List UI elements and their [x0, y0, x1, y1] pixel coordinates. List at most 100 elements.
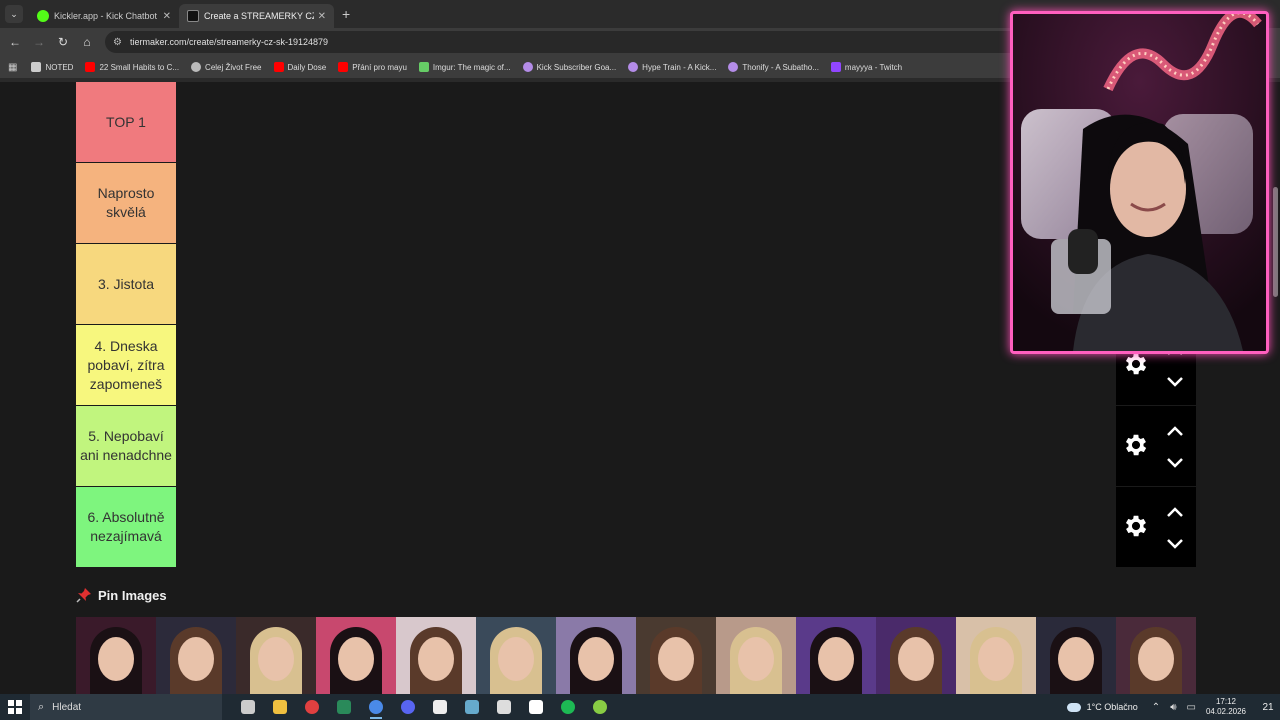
- obs-icon[interactable]: [296, 694, 328, 720]
- tier-drop-zone[interactable]: [176, 244, 1116, 324]
- excel-icon[interactable]: [328, 694, 360, 720]
- slack-icon[interactable]: [488, 694, 520, 720]
- reload-icon[interactable]: ↻: [51, 35, 75, 49]
- spotify-icon[interactable]: [552, 694, 584, 720]
- streamer-thumbnail[interactable]: [236, 617, 316, 694]
- forward-arrow-icon[interactable]: →: [27, 35, 51, 49]
- page-scrollbar[interactable]: [1270, 82, 1280, 694]
- streamer-thumbnail[interactable]: [876, 617, 956, 694]
- scrollbar-thumb[interactable]: [1273, 187, 1278, 297]
- tray-chevron-icon[interactable]: ⌃: [1152, 702, 1160, 713]
- streamer-thumbnail[interactable]: [956, 617, 1036, 694]
- bookmark-mayyya-twitch[interactable]: mayyya - Twitch: [830, 62, 902, 72]
- app-glyph: [561, 700, 575, 714]
- volume-icon[interactable]: 🔊︎: [1170, 702, 1176, 713]
- streamer-thumbnail[interactable]: [1036, 617, 1116, 694]
- tier-label[interactable]: 5. Nepobaví ani nenadchne: [76, 406, 176, 486]
- streamer-thumbnail[interactable]: [156, 617, 236, 694]
- tiktok-icon[interactable]: [424, 694, 456, 720]
- bookmark-prani[interactable]: Přání pro mayu: [338, 62, 407, 72]
- thumbnail-face-shape: [178, 637, 214, 681]
- close-tab-icon[interactable]: ✕: [163, 11, 171, 22]
- settings-gear-icon[interactable]: [1122, 350, 1150, 378]
- tier-drop-zone[interactable]: [176, 163, 1116, 243]
- tab-search-button[interactable]: ⌄: [5, 5, 23, 23]
- streamer-thumbnail[interactable]: [716, 617, 796, 694]
- network-icon[interactable]: ▭: [1187, 702, 1196, 713]
- kick-app-icon[interactable]: [584, 694, 616, 720]
- move-down-chevron-icon[interactable]: [1166, 456, 1184, 468]
- notifications-button[interactable]: 21: [1256, 702, 1280, 713]
- weather-widget[interactable]: 1°C Oblačno: [1066, 702, 1138, 712]
- clock[interactable]: 17:12 04.02.2026: [1206, 697, 1246, 717]
- site-info-icon[interactable]: ⚙: [113, 37, 122, 48]
- new-tab-button[interactable]: +: [342, 6, 350, 22]
- tier-label[interactable]: 6. Absolutně nezajímavá: [76, 487, 176, 567]
- move-up-chevron-icon[interactable]: [1166, 424, 1184, 436]
- move-down-chevron-icon[interactable]: [1166, 537, 1184, 549]
- search-placeholder: Hledat: [52, 701, 82, 713]
- bookmark-label: Daily Dose: [287, 62, 327, 72]
- streamer-thumbnail[interactable]: [556, 617, 636, 694]
- thumbnail-face-shape: [898, 637, 934, 681]
- tier-drop-zone[interactable]: [176, 325, 1116, 405]
- streamer-thumbnail[interactable]: [316, 617, 396, 694]
- tab-kickler[interactable]: Kickler.app - Kick Chatbot and ✕: [29, 4, 179, 28]
- tier-label[interactable]: TOP 1: [76, 82, 176, 162]
- kick-ext-icon: [728, 62, 739, 72]
- move-down-chevron-icon[interactable]: [1166, 375, 1184, 387]
- streamer-thumbnail[interactable]: [1116, 617, 1196, 694]
- tier-row: 6. Absolutně nezajímavá: [76, 487, 1196, 567]
- chrome-icon[interactable]: [360, 694, 392, 720]
- url-text: tiermaker.com/create/streamerky-cz-sk-19…: [129, 37, 329, 47]
- bookmark-label: Přání pro mayu: [352, 62, 407, 72]
- bookmark-label: NOTED: [45, 62, 74, 72]
- home-icon[interactable]: ⌂: [75, 35, 99, 49]
- tab-tiermaker[interactable]: Create a STREAMERKY CZ/SK Ti ✕: [179, 4, 334, 28]
- streamer-thumbnail[interactable]: [476, 617, 556, 694]
- tier-drop-zone[interactable]: [176, 406, 1116, 486]
- move-up-chevron-icon[interactable]: [1166, 505, 1184, 517]
- bookmark-celej-zivot[interactable]: Celej Život Free: [191, 62, 262, 72]
- close-tab-icon[interactable]: ✕: [318, 11, 326, 22]
- streamer-thumbnail[interactable]: [796, 617, 876, 694]
- file-explorer-icon[interactable]: [264, 694, 296, 720]
- app-glyph: [433, 700, 447, 714]
- streamer-thumbnail[interactable]: [76, 617, 156, 694]
- settings-gear-icon[interactable]: [1122, 431, 1150, 459]
- app-glyph: [369, 700, 383, 714]
- bookmark-noted[interactable]: NOTED: [31, 62, 73, 72]
- task-view-icon[interactable]: [232, 694, 264, 720]
- thumbnail-face-shape: [1058, 637, 1094, 681]
- bookmark-thonify[interactable]: Thonify - A Subatho...: [728, 62, 819, 72]
- taskbar-search[interactable]: ⌕ Hledat: [30, 694, 222, 720]
- thumbnail-face-shape: [818, 637, 854, 681]
- bookmark-kick-sub-goal[interactable]: Kick Subscriber Goa...: [522, 62, 616, 72]
- tab-title: Kickler.app - Kick Chatbot and: [54, 11, 159, 21]
- capcut-icon[interactable]: [520, 694, 552, 720]
- start-button[interactable]: [0, 694, 30, 720]
- thumbnail-face-shape: [1138, 637, 1174, 681]
- tier-drop-zone[interactable]: [176, 82, 1116, 162]
- tier-row: 5. Nepobaví ani nenadchne: [76, 406, 1196, 486]
- apps-grid-icon[interactable]: ▦: [8, 62, 17, 73]
- tier-drop-zone[interactable]: [176, 487, 1116, 567]
- twitch-icon: [830, 62, 841, 72]
- tier-label[interactable]: 4. Dneska pobaví, zítra zapomeneš: [76, 325, 176, 405]
- bookmark-daily-dose[interactable]: Daily Dose: [273, 62, 327, 72]
- back-arrow-icon[interactable]: ←: [3, 35, 27, 49]
- tier-label[interactable]: 3. Jistota: [76, 244, 176, 324]
- tier-label[interactable]: Naprosto skvělá: [76, 163, 176, 243]
- streamer-thumbnail[interactable]: [396, 617, 476, 694]
- bookmark-small-habits[interactable]: 22 Small Habits to C...: [85, 62, 179, 72]
- address-bar[interactable]: ⚙ tiermaker.com/create/streamerky-cz-sk-…: [105, 31, 1085, 53]
- settings-gear-icon[interactable]: [1122, 512, 1150, 540]
- windows-logo-icon: [8, 700, 22, 714]
- app-glyph: [337, 700, 351, 714]
- bookmark-hype-train[interactable]: Hype Train - A Kick...: [628, 62, 716, 72]
- bookmark-label: Imgur: The magic of...: [432, 62, 511, 72]
- steam-icon[interactable]: [456, 694, 488, 720]
- streamer-thumbnail[interactable]: [636, 617, 716, 694]
- bookmark-imgur[interactable]: Imgur: The magic of...: [418, 62, 511, 72]
- discord-icon[interactable]: [392, 694, 424, 720]
